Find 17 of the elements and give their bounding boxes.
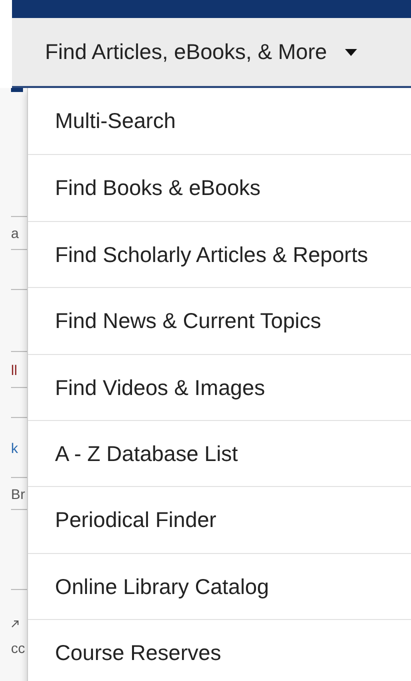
cut-off-text: ll xyxy=(11,362,18,378)
menu-item[interactable]: Multi-Search xyxy=(28,88,411,154)
menu-item[interactable]: Online Library Catalog xyxy=(28,552,411,620)
menu-item[interactable]: Periodical Finder xyxy=(28,486,411,553)
nav-dropdown-button[interactable]: Find Articles, eBooks, & More xyxy=(45,32,357,72)
menu-item[interactable]: A - Z Database List xyxy=(28,420,411,486)
menu-item[interactable]: Find Books & eBooks xyxy=(28,154,411,221)
menu-item[interactable]: Find Scholarly Articles & Reports xyxy=(28,220,411,288)
cut-off-text: cc xyxy=(11,640,26,656)
cut-off-text: k xyxy=(11,440,18,456)
cut-off-text: a xyxy=(11,225,19,241)
menu-item[interactable]: Find Videos & Images xyxy=(28,354,411,420)
cut-off-text: Br xyxy=(11,486,25,502)
menu-item[interactable]: Find News & Current Topics xyxy=(28,287,411,354)
caret-icon xyxy=(345,48,357,56)
external-link-icon xyxy=(11,620,19,628)
menu-item[interactable]: Course Reserves xyxy=(28,619,411,681)
